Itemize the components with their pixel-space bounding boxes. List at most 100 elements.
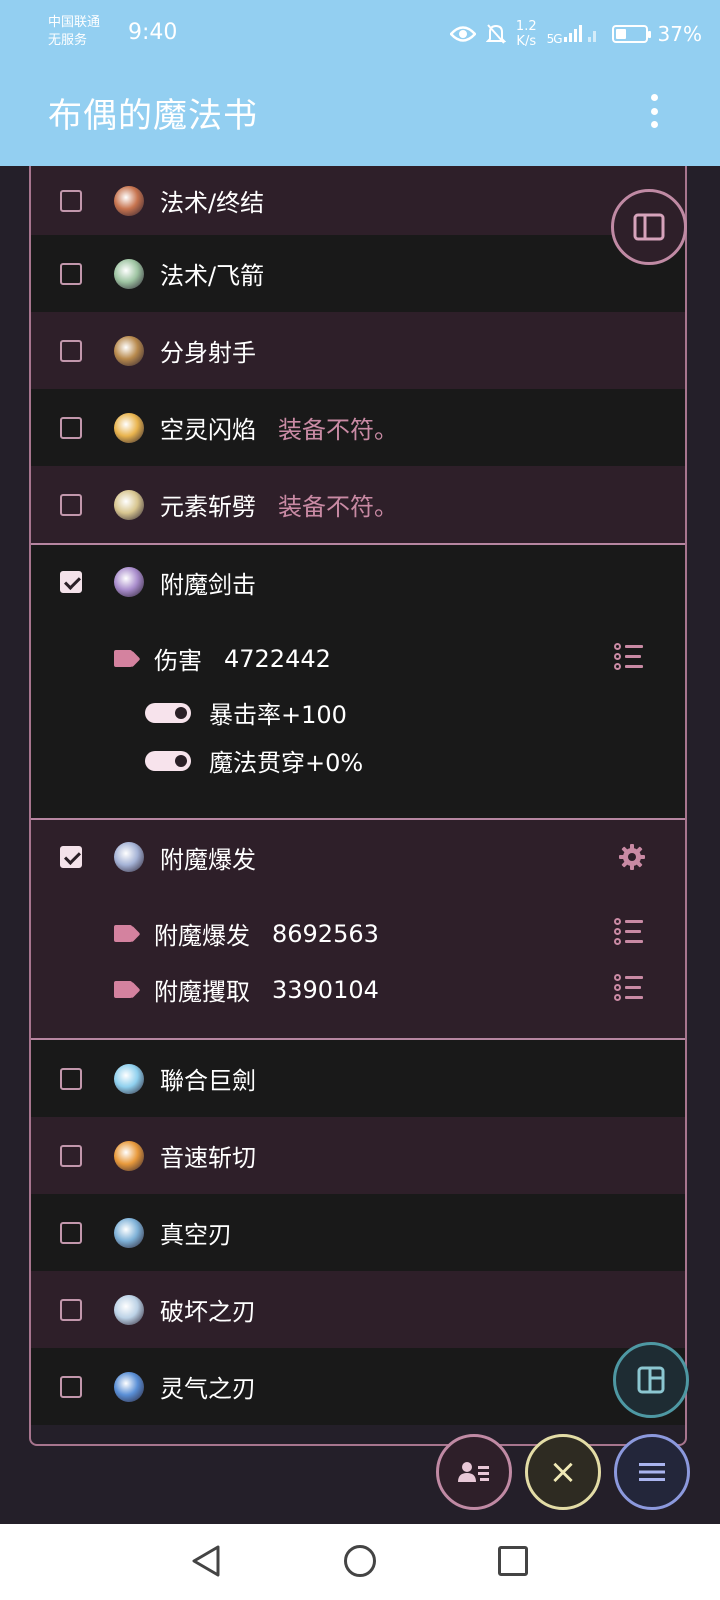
skill-label: 附魔剑击 bbox=[160, 570, 256, 599]
equipment-mismatch-note: 装备不符。 bbox=[278, 416, 398, 444]
more-options-icon[interactable] bbox=[650, 94, 658, 128]
app-title: 布偶的魔法书 bbox=[48, 96, 258, 136]
gear-icon[interactable] bbox=[617, 842, 647, 872]
skill-checkbox[interactable] bbox=[60, 846, 82, 868]
eye-icon bbox=[449, 26, 476, 42]
skill-checkbox[interactable] bbox=[60, 493, 82, 516]
tag-icon bbox=[114, 925, 140, 942]
skill-checkbox[interactable] bbox=[60, 1144, 82, 1167]
skill-row[interactable]: 空灵闪焰 装备不符。 bbox=[31, 389, 685, 466]
skill-label: 法术/终结 bbox=[160, 189, 265, 217]
skill-row[interactable]: 法术/飞箭 bbox=[31, 235, 685, 312]
enchant-burst-skill-icon bbox=[114, 842, 144, 872]
skill-row[interactable]: 灵气之刃 bbox=[31, 1348, 685, 1425]
skill-checkbox[interactable] bbox=[60, 262, 82, 285]
skill-row[interactable]: 附魔剑击 bbox=[31, 545, 685, 619]
united-greatsword-skill-icon bbox=[114, 1063, 144, 1094]
battery-fill bbox=[615, 29, 626, 39]
crit-rate-switch[interactable] bbox=[145, 702, 191, 723]
battery-percent: 37% bbox=[657, 22, 702, 46]
element-slash-skill-icon bbox=[114, 489, 144, 520]
vacuum-blade-skill-icon bbox=[114, 1217, 144, 1248]
skill-label: 法术/飞箭 bbox=[160, 262, 265, 290]
system-nav-bar bbox=[0, 1524, 720, 1600]
layout-button[interactable] bbox=[613, 1342, 689, 1418]
skill-label: 真空刃 bbox=[160, 1221, 232, 1249]
skill-checkbox[interactable] bbox=[60, 189, 82, 212]
crit-rate-label: 暴击率+100 bbox=[209, 701, 347, 729]
clone-archer-skill-icon bbox=[114, 335, 144, 366]
magic-pierce-label: 魔法贯穿+0% bbox=[209, 749, 364, 777]
detail-list-icon[interactable] bbox=[614, 643, 644, 670]
skill-label: 分身射手 bbox=[160, 339, 256, 367]
skill-checkbox[interactable] bbox=[60, 1298, 82, 1321]
skill-row[interactable]: 音速斩切 bbox=[31, 1117, 685, 1194]
skill-row[interactable]: 法术/终结 bbox=[31, 166, 685, 235]
app-bar: 中国联通 无服务 9:40 1.2 K/s 5G 37% 布偶的魔法书 bbox=[0, 0, 720, 166]
status-carrier: 中国联通 无服务 bbox=[48, 14, 100, 50]
tag-icon bbox=[114, 981, 140, 998]
skill-row[interactable]: 附魔爆发 bbox=[31, 820, 685, 894]
service-status: 无服务 bbox=[48, 33, 88, 48]
aura-blade-skill-icon bbox=[114, 1371, 144, 1402]
detail-list-icon[interactable] bbox=[614, 918, 644, 945]
magic-pierce-switch[interactable] bbox=[145, 750, 191, 771]
finisher-skill-icon bbox=[114, 185, 144, 216]
arrow-skill-icon bbox=[114, 258, 144, 289]
battery-icon bbox=[611, 25, 651, 43]
status-icons: 1.2 K/s 5G 37% bbox=[449, 16, 702, 52]
sonic-slash-skill-icon bbox=[114, 1140, 144, 1171]
skill-checkbox[interactable] bbox=[60, 416, 82, 439]
effect-value: 3390104 bbox=[272, 975, 379, 1004]
signal-label: 5G bbox=[546, 31, 563, 46]
close-button[interactable]: × bbox=[525, 1434, 601, 1510]
signal-icon: 5G bbox=[547, 23, 602, 46]
skill-checkbox[interactable] bbox=[60, 339, 82, 362]
carrier-name: 中国联通 bbox=[48, 15, 101, 30]
net-speed: 1.2 K/s bbox=[516, 19, 537, 49]
damage-entry: 伤害 4722442 bbox=[114, 641, 331, 676]
effect-label: 附魔爆发 bbox=[154, 922, 250, 950]
skill-label: 灵气之刃 bbox=[160, 1375, 256, 1403]
recent-apps-icon[interactable] bbox=[498, 1546, 528, 1576]
sidebar-icon bbox=[633, 213, 665, 241]
skill-row[interactable]: 分身射手 bbox=[31, 312, 685, 389]
magic-pierce-toggle-row[interactable]: 魔法贯穿+0% bbox=[145, 743, 363, 778]
equipment-mismatch-note: 装备不符。 bbox=[278, 493, 398, 521]
toggle-sidebar-button[interactable] bbox=[611, 189, 687, 265]
skill-row[interactable]: 元素斩劈 装备不符。 bbox=[31, 466, 685, 543]
skill-label: 音速斩切 bbox=[160, 1144, 256, 1172]
effect-value: 8692563 bbox=[272, 919, 379, 948]
skill-checkbox[interactable] bbox=[60, 1067, 82, 1090]
enchant-sword-skill-icon bbox=[114, 567, 144, 597]
damage-label: 伤害 bbox=[154, 647, 202, 675]
effect-entry: 附魔攫取 3390104 bbox=[114, 972, 379, 1007]
skill-expanded-enchant-burst: 附魔爆发 附魔爆发 8692563 附魔攫取 3390104 bbox=[31, 820, 685, 1038]
skill-checkbox[interactable] bbox=[60, 1221, 82, 1244]
home-icon[interactable] bbox=[344, 1545, 376, 1577]
skill-label: 破坏之刃 bbox=[160, 1298, 256, 1326]
skill-row[interactable]: 破坏之刃 bbox=[31, 1271, 685, 1348]
character-card-button[interactable] bbox=[436, 1434, 512, 1510]
skill-row[interactable]: 聯合巨劍 bbox=[31, 1040, 685, 1117]
skill-label: 空灵闪焰 bbox=[160, 416, 256, 444]
skill-label: 聯合巨劍 bbox=[160, 1067, 256, 1095]
skill-label: 元素斩劈 bbox=[160, 493, 256, 521]
contact-card-icon bbox=[458, 1462, 489, 1482]
net-speed-value: 1.2 bbox=[515, 19, 537, 34]
detail-list-icon[interactable] bbox=[614, 974, 644, 1001]
skill-label: 附魔爆发 bbox=[160, 845, 256, 874]
skill-list: 法术/终结 法术/飞箭 分身射手 空灵闪焰 装备不符。 元素斩劈 装备不符。 附… bbox=[29, 166, 687, 1446]
mute-bell-icon bbox=[485, 24, 506, 44]
skill-row[interactable]: 真空刃 bbox=[31, 1194, 685, 1271]
ethereal-flame-skill-icon bbox=[114, 412, 144, 443]
net-speed-unit: K/s bbox=[516, 34, 537, 49]
back-icon[interactable] bbox=[190, 1544, 222, 1578]
skill-expanded-enchant-sword: 附魔剑击 伤害 4722442 暴击率+100 魔法贯穿+0% bbox=[31, 545, 685, 818]
menu-button[interactable] bbox=[614, 1434, 690, 1510]
crit-rate-toggle-row[interactable]: 暴击率+100 bbox=[145, 695, 347, 730]
destruction-blade-skill-icon bbox=[114, 1294, 144, 1325]
effect-entry: 附魔爆发 8692563 bbox=[114, 916, 379, 951]
skill-checkbox[interactable] bbox=[60, 571, 82, 593]
skill-checkbox[interactable] bbox=[60, 1375, 82, 1398]
